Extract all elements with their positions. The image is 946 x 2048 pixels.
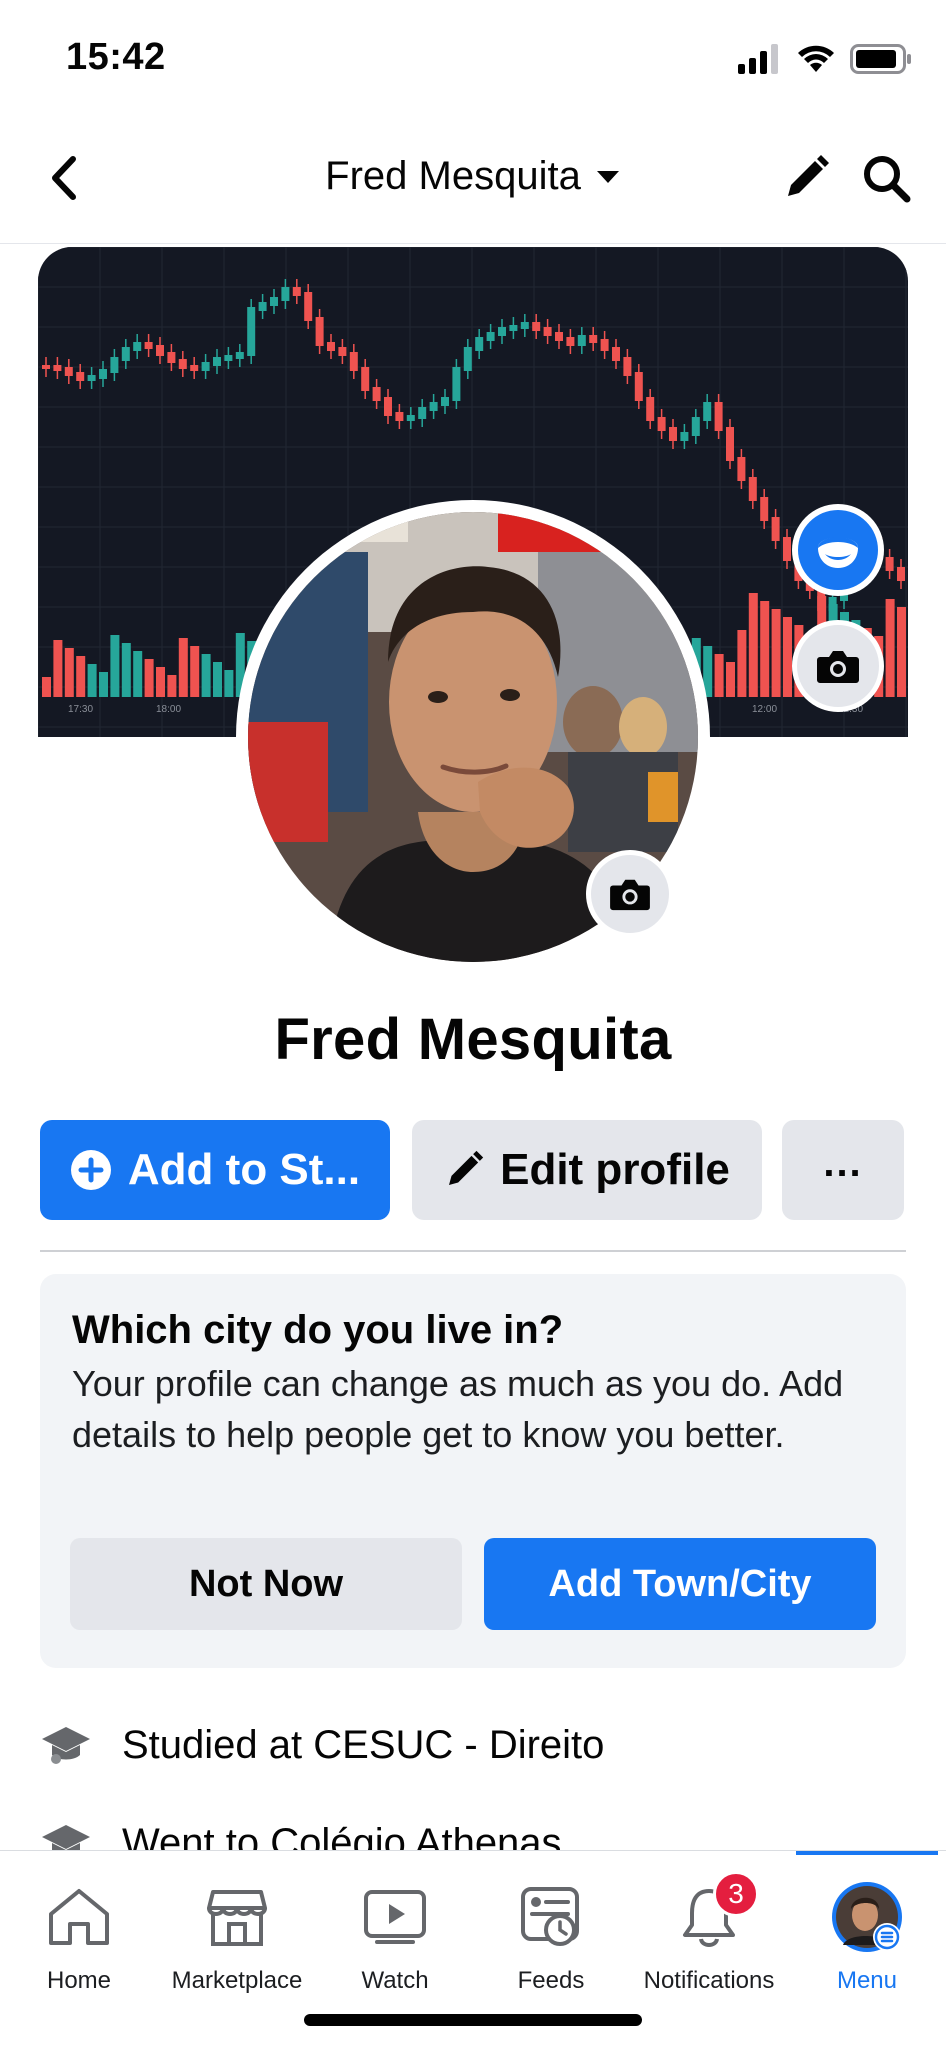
home-icon	[49, 1889, 109, 1945]
signal-icon	[738, 44, 778, 74]
profile-header: Fred Mesquita	[0, 116, 946, 244]
tab-notifications[interactable]: 3 Notifications	[630, 1851, 788, 2001]
avatar-face-icon	[818, 537, 858, 568]
not-now-button[interactable]: Not Now	[70, 1538, 462, 1630]
edit-button[interactable]	[778, 150, 834, 206]
edit-profile-label: Edit profile	[500, 1145, 730, 1194]
profile-name: Fred Mesquita	[274, 1007, 672, 1072]
cover-time-label: 17:30	[68, 704, 93, 715]
marketplace-icon	[207, 1890, 267, 1946]
tab-label: Notifications	[643, 1967, 775, 1994]
intro-text: Studied at CESUC - Direito	[122, 1722, 605, 1767]
tab-watch[interactable]: Watch	[316, 1851, 474, 2001]
add-to-story-button[interactable]: Add to St...	[40, 1120, 390, 1220]
cover-camera-button[interactable]	[792, 620, 884, 712]
status-time: 15:42	[66, 36, 166, 78]
avatar	[832, 1882, 902, 1952]
city-prompt-card: Which city do you live in? Your profile …	[40, 1274, 906, 1668]
avatar-customize-button[interactable]	[792, 504, 884, 596]
add-to-story-label: Add to St...	[127, 1145, 361, 1194]
camera-icon	[610, 879, 650, 911]
home-indicator	[304, 2014, 642, 2026]
pencil-icon	[449, 1150, 484, 1185]
cover-time-label: 12:00	[752, 704, 777, 715]
card-title: Which city do you live in?	[72, 1308, 564, 1352]
caret-down-icon	[596, 170, 619, 183]
tab-label: Menu	[836, 1967, 898, 1994]
tab-marketplace[interactable]: Marketplace	[158, 1851, 316, 2001]
cover-time-label: 18:00	[156, 704, 181, 715]
add-town-city-button[interactable]: Add Town/City	[484, 1538, 876, 1630]
watch-icon	[364, 1890, 426, 1944]
camera-icon	[817, 651, 859, 683]
plus-circle-icon	[70, 1150, 111, 1190]
tab-label: Marketplace	[171, 1967, 303, 1994]
notification-badge: 3	[713, 1871, 759, 1917]
intro-item-education[interactable]: Studied at CESUC - Direito	[40, 1710, 900, 1780]
card-body: Your profile can change as much as you d…	[72, 1363, 844, 1455]
feeds-icon	[521, 1887, 579, 1946]
search-icon	[864, 156, 911, 203]
status-icons	[738, 44, 912, 74]
more-options-button[interactable]: ...	[782, 1120, 904, 1220]
search-button[interactable]	[858, 150, 914, 206]
header-title: Fred Mesquita	[325, 154, 581, 198]
edit-profile-button[interactable]: Edit profile	[412, 1120, 762, 1220]
divider	[40, 1250, 906, 1252]
tab-label: Watch	[361, 1967, 429, 1994]
tab-label: Feeds	[517, 1967, 585, 1994]
tab-home[interactable]: Home	[0, 1851, 158, 2001]
more-options-icon: ...	[823, 1140, 863, 1185]
tab-label: Home	[46, 1967, 112, 1994]
graduation-cap-icon	[42, 1727, 90, 1764]
status-bar: 15:42	[0, 0, 946, 116]
tab-feeds[interactable]: Feeds	[472, 1851, 630, 2001]
tab-menu[interactable]: Menu	[788, 1851, 946, 2001]
battery-icon	[850, 44, 911, 74]
pencil-icon	[788, 155, 829, 196]
wifi-icon	[798, 45, 834, 72]
profile-camera-button[interactable]	[586, 850, 674, 938]
